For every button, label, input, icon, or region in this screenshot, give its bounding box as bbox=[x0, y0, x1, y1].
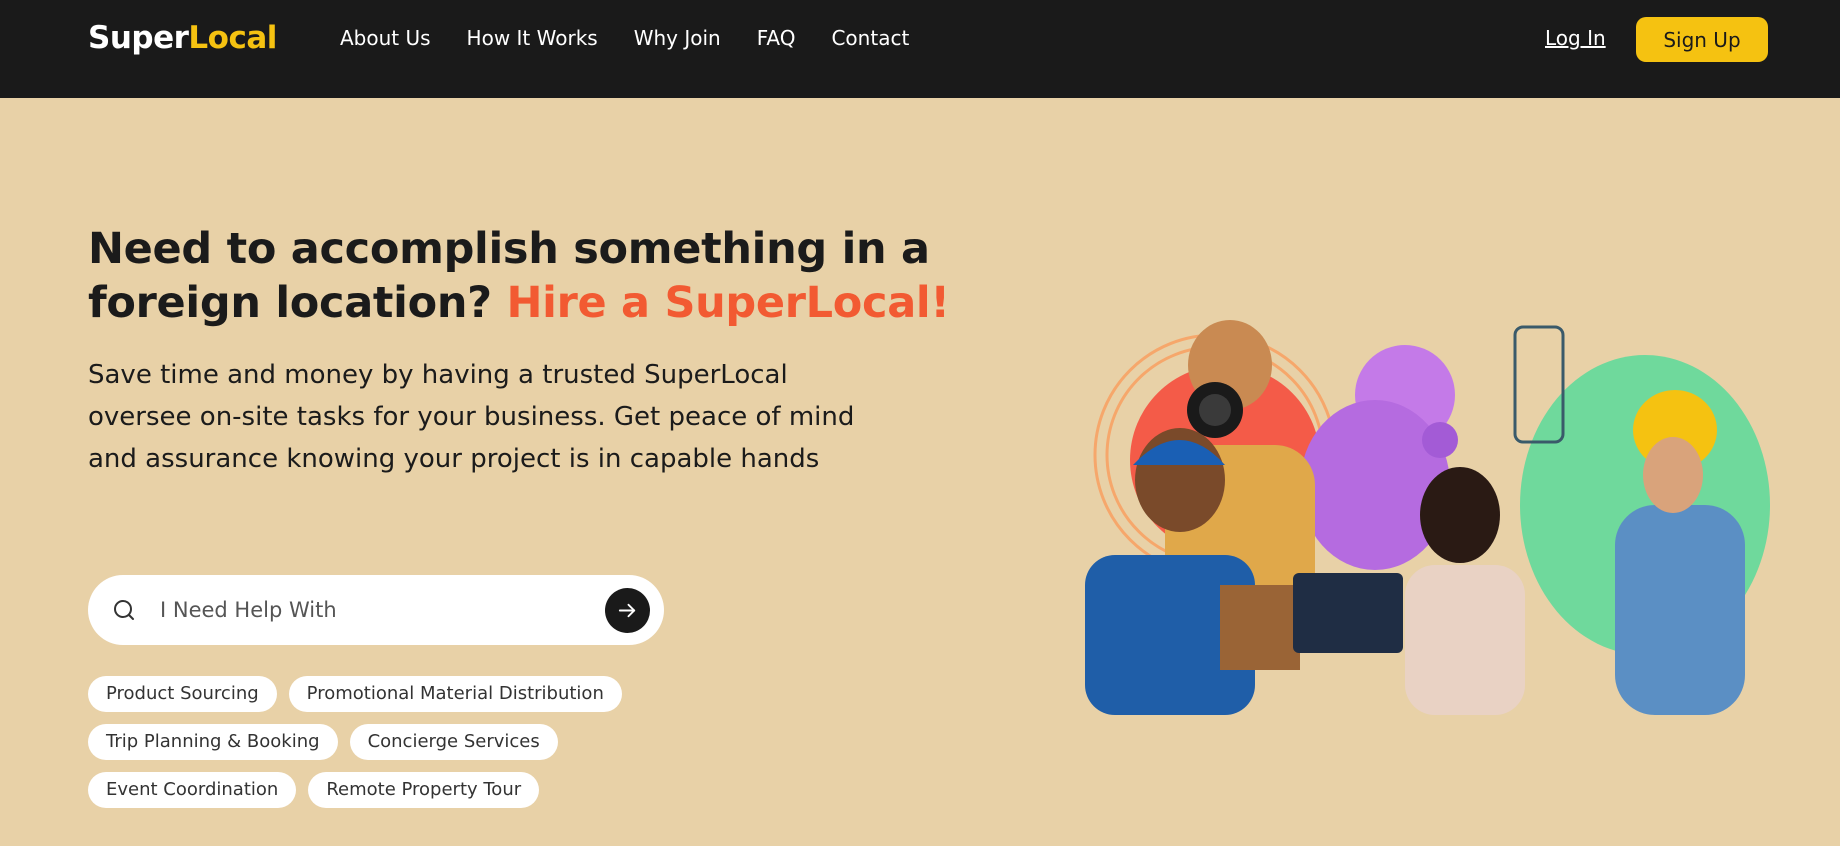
chip-product-sourcing[interactable]: Product Sourcing bbox=[88, 676, 277, 712]
hero-headline: Need to accomplish something in a foreig… bbox=[88, 222, 988, 330]
chip-row: Product Sourcing Promotional Material Di… bbox=[88, 676, 728, 712]
signup-button[interactable]: Sign Up bbox=[1636, 17, 1768, 62]
chip-row: Event Coordination Remote Property Tour bbox=[88, 772, 728, 808]
chip-concierge-services[interactable]: Concierge Services bbox=[349, 724, 558, 760]
nav-about-us[interactable]: About Us bbox=[340, 26, 431, 50]
logo-super: Super bbox=[88, 20, 189, 56]
suggestion-chips: Product Sourcing Promotional Material Di… bbox=[88, 676, 728, 820]
chip-promotional-material-distribution[interactable]: Promotional Material Distribution bbox=[288, 676, 622, 712]
logo-local: Local bbox=[188, 20, 277, 56]
arrow-right-icon bbox=[618, 603, 636, 618]
chip-trip-planning-booking[interactable]: Trip Planning & Booking bbox=[88, 724, 338, 760]
search-icon bbox=[114, 600, 134, 620]
headline-accent: Hire a SuperLocal! bbox=[506, 278, 950, 328]
login-link[interactable]: Log In bbox=[1545, 26, 1606, 50]
hero-illustration bbox=[1085, 320, 1770, 715]
hero-subtext: Save time and money by having a trusted … bbox=[88, 360, 855, 474]
chip-event-coordination[interactable]: Event Coordination bbox=[88, 772, 297, 808]
nav-faq[interactable]: FAQ bbox=[757, 26, 796, 50]
logo[interactable]: SuperLocal bbox=[88, 20, 277, 56]
nav-how-it-works[interactable]: How It Works bbox=[467, 26, 598, 50]
search-bar bbox=[88, 575, 664, 645]
chip-remote-property-tour[interactable]: Remote Property Tour bbox=[308, 772, 540, 808]
search-input[interactable] bbox=[160, 593, 560, 627]
nav-why-join[interactable]: Why Join bbox=[634, 26, 721, 50]
chip-row: Trip Planning & Booking Concierge Servic… bbox=[88, 724, 728, 760]
top-navbar: SuperLocal About Us How It Works Why Joi… bbox=[0, 0, 1840, 98]
nav-links: About Us How It Works Why Join FAQ Conta… bbox=[340, 26, 909, 50]
search-submit-button[interactable] bbox=[605, 588, 650, 633]
nav-contact[interactable]: Contact bbox=[831, 26, 909, 50]
